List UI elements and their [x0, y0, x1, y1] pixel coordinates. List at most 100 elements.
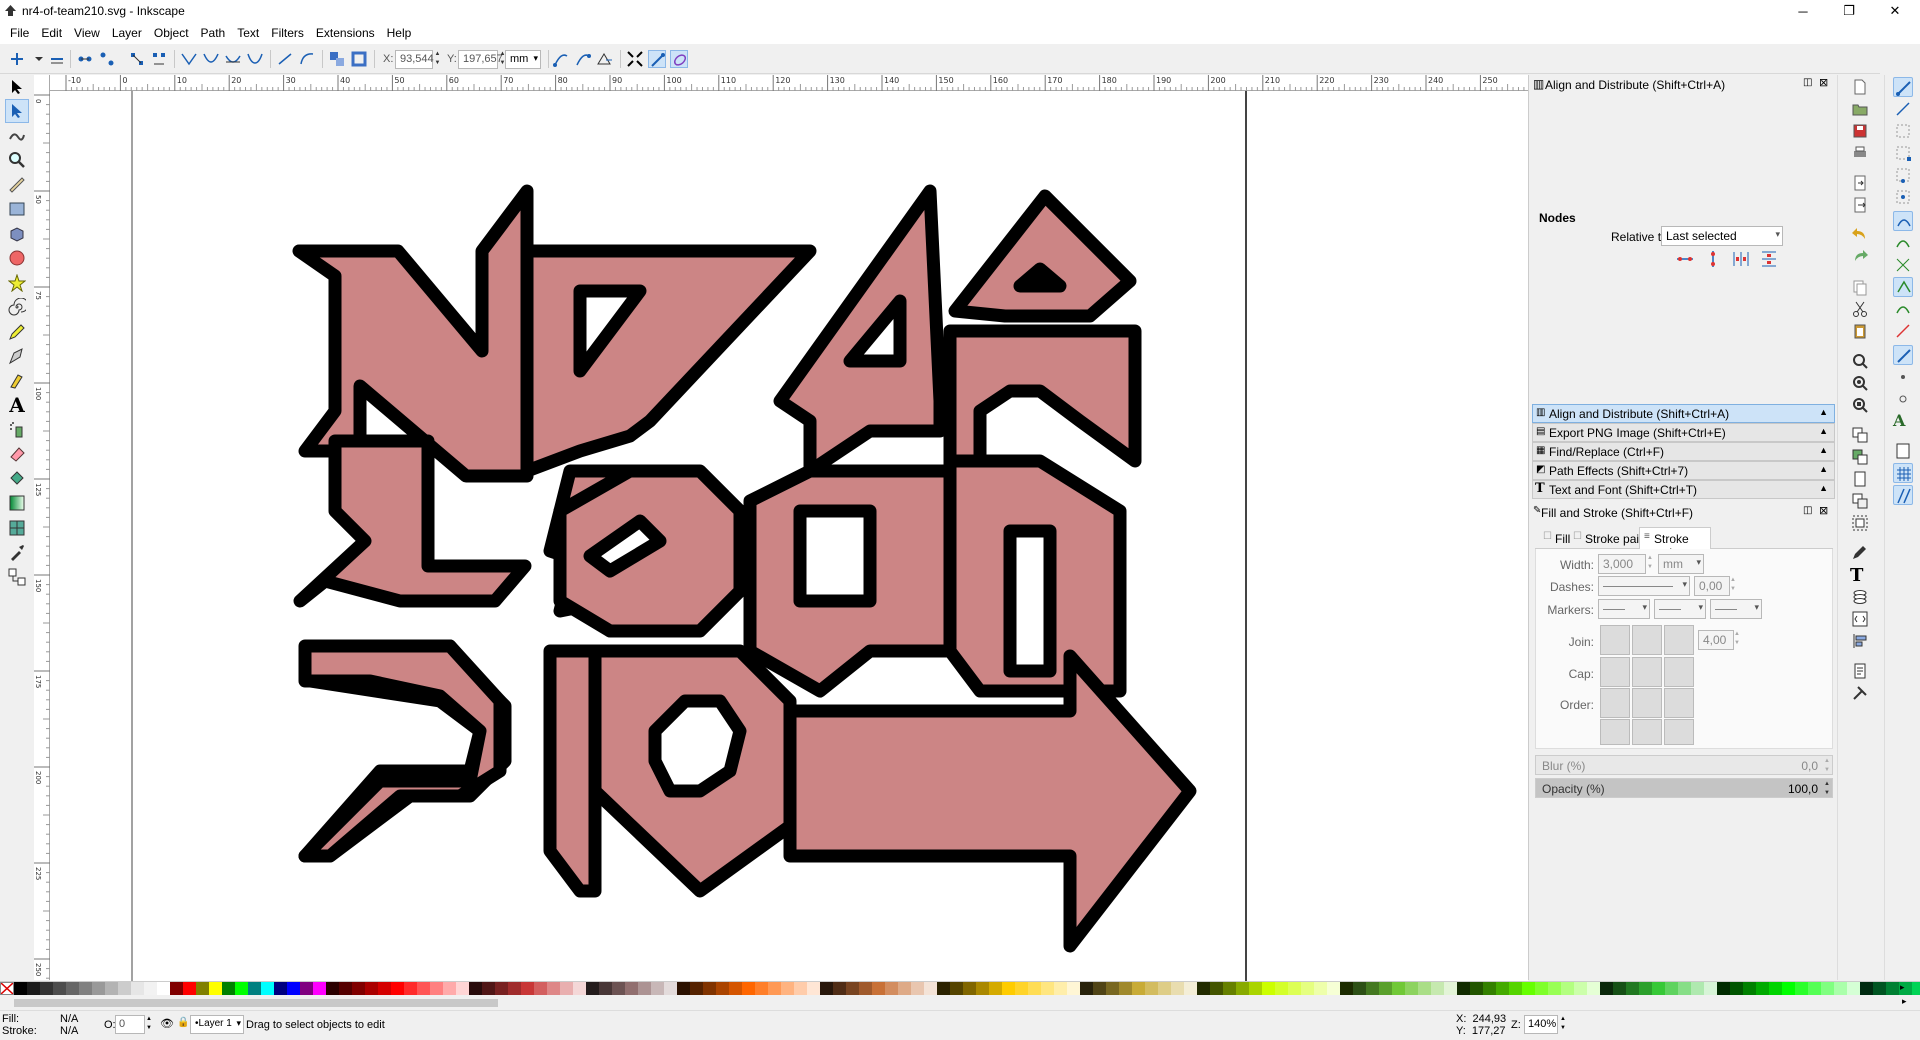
text-font-icon[interactable]: T [1850, 565, 1870, 586]
maximize-button[interactable]: ❐ [1826, 0, 1872, 22]
palette-swatch[interactable] [1340, 982, 1353, 995]
miter-spin-arrows[interactable]: ▲ ▼ [1734, 630, 1740, 648]
menu-filters[interactable]: Filters [265, 26, 310, 40]
palette-swatch[interactable] [365, 982, 378, 995]
snap-grid-icon[interactable] [1893, 463, 1913, 483]
palette-swatch[interactable] [1548, 982, 1561, 995]
palette-swatch[interactable] [1119, 982, 1132, 995]
snap-cusp-nodes-icon[interactable] [1893, 277, 1913, 297]
horizontal-ruler[interactable]: -10 0 10 20 30 40 50 60 70 80 90 100 110 120 130 140 150… [48, 75, 1530, 91]
unit-select[interactable]: mm ▾ [505, 50, 541, 69]
redo-icon[interactable] [1850, 247, 1870, 267]
x-spin-arrows[interactable]: ▲ ▼ [433, 50, 442, 69]
palette-swatch[interactable] [92, 982, 105, 995]
join-round-icon[interactable] [1632, 625, 1662, 655]
snap-enable-icon[interactable] [1893, 77, 1913, 97]
palette-swatch[interactable] [196, 982, 209, 995]
measure-tool-icon[interactable] [5, 173, 29, 197]
palette-swatch[interactable] [1457, 982, 1470, 995]
palette-swatch[interactable] [937, 982, 950, 995]
3d-box-tool-icon[interactable] [5, 222, 29, 246]
palette-swatch[interactable] [976, 982, 989, 995]
break-path-icon[interactable] [98, 50, 116, 68]
preferences-icon[interactable] [1850, 683, 1870, 703]
palette-swatch[interactable] [1028, 982, 1041, 995]
palette-swatch[interactable] [1834, 982, 1847, 995]
palette-swatch[interactable] [1756, 982, 1769, 995]
palette-swatch[interactable] [1054, 982, 1067, 995]
snap-text-baseline-icon[interactable]: A [1893, 411, 1913, 431]
palette-swatch[interactable] [27, 982, 40, 995]
distribute-nodes-horizontal-icon[interactable] [1731, 249, 1751, 269]
order-stroke-markers-icon[interactable] [1632, 719, 1662, 745]
fill-stroke-icon[interactable] [1850, 543, 1870, 563]
palette-swatch[interactable] [339, 982, 352, 995]
palette-swatch[interactable] [170, 982, 183, 995]
palette-swatch[interactable] [768, 982, 781, 995]
show-path-outline-icon[interactable] [596, 50, 614, 68]
blur-spin-arrows[interactable]: ▲ ▼ [1824, 757, 1830, 775]
zoom-tool-icon[interactable] [5, 148, 29, 172]
menu-text[interactable]: Text [231, 26, 265, 40]
distribute-nodes-vertical-icon[interactable] [1759, 249, 1779, 269]
text-tool-icon[interactable]: A [5, 393, 29, 417]
palette-swatch[interactable] [313, 982, 326, 995]
palette-swatch[interactable] [1704, 982, 1717, 995]
tweak-tool-icon[interactable] [5, 124, 29, 148]
node-symmetric-icon[interactable] [224, 50, 242, 68]
palette-swatch[interactable] [586, 982, 599, 995]
palette-swatch[interactable] [794, 982, 807, 995]
x-coordinate-field[interactable]: 93,544 [395, 50, 434, 69]
palette-swatch[interactable] [456, 982, 469, 995]
palette-swatch[interactable] [1158, 982, 1171, 995]
palette-swatch[interactable] [1860, 982, 1873, 995]
palette-swatch[interactable] [508, 982, 521, 995]
palette-swatch[interactable] [222, 982, 235, 995]
palette-swatch[interactable] [469, 982, 482, 995]
team-logo-artwork[interactable] [292, 184, 1197, 953]
calligraphy-tool-icon[interactable] [5, 369, 29, 393]
palette-swatch[interactable] [742, 982, 755, 995]
palette-swatch[interactable] [144, 982, 157, 995]
drawing-canvas[interactable] [50, 91, 1528, 981]
palette-swatch[interactable] [1808, 982, 1821, 995]
opacity-slider[interactable]: Opacity (%) 100,0 ▲ ▼ [1535, 778, 1833, 798]
node-auto-smooth-icon[interactable] [246, 50, 264, 68]
palette-swatch[interactable] [1691, 982, 1704, 995]
accordion-find-replace[interactable]: ▦ Find/Replace (Ctrl+F) ▲ [1532, 442, 1835, 461]
palette-swatch[interactable] [14, 982, 27, 995]
dashes-select[interactable]: ▾ [1598, 576, 1690, 596]
artwork-svg[interactable] [50, 91, 1528, 981]
palette-swatch[interactable] [755, 982, 768, 995]
show-transform-handles-icon[interactable] [552, 50, 570, 68]
snap-rotation-center-icon[interactable] [1893, 389, 1913, 409]
eraser-tool-icon[interactable] [5, 442, 29, 466]
palette-swatch[interactable] [1418, 982, 1431, 995]
palette-swatch[interactable] [885, 982, 898, 995]
palette-swatch[interactable] [1275, 982, 1288, 995]
layers-icon[interactable] [1850, 587, 1870, 607]
palette-swatch[interactable] [781, 982, 794, 995]
palette-swatch[interactable] [1327, 982, 1340, 995]
palette-swatch[interactable] [1080, 982, 1093, 995]
snap-bbox-edge-icon[interactable] [1893, 121, 1913, 141]
palette-swatch[interactable] [963, 982, 976, 995]
palette-swatch[interactable] [352, 982, 365, 995]
opacity-spin-arrows[interactable]: ▲ ▼ [1824, 780, 1830, 798]
save-icon[interactable] [1850, 121, 1870, 141]
dock-close-icon[interactable]: ⊠ [1819, 504, 1828, 517]
mid-marker-select[interactable]: ▾ [1654, 599, 1706, 619]
palette-swatch[interactable] [1587, 982, 1600, 995]
order-markers-stroke-icon[interactable] [1600, 719, 1630, 745]
layer-lock-icon[interactable]: 🔒 [177, 1017, 189, 1028]
menu-edit[interactable]: Edit [35, 26, 68, 40]
palette-swatch[interactable] [1431, 982, 1444, 995]
palette-swatch[interactable] [391, 982, 404, 995]
tab-stroke-style[interactable]: ≡ Stroke style [1639, 527, 1711, 560]
palette-swatch[interactable] [1483, 982, 1496, 995]
palette-swatch[interactable] [1093, 982, 1106, 995]
palette-swatch[interactable] [1041, 982, 1054, 995]
layer-visibility-icon[interactable]: 👁 [160, 1017, 174, 1030]
palette-swatch[interactable] [807, 982, 820, 995]
group-icon[interactable] [1850, 513, 1870, 533]
